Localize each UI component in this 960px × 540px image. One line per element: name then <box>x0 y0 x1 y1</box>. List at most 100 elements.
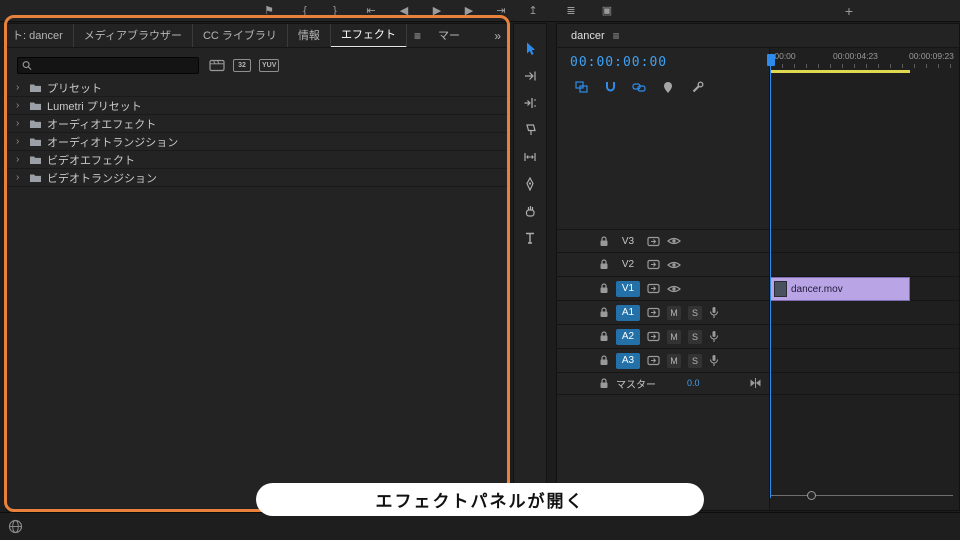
effects-search-input[interactable] <box>36 58 194 72</box>
sync-lock-icon[interactable] <box>647 259 660 270</box>
step-forward-icon[interactable]: ▶ <box>458 0 480 22</box>
tab-info[interactable]: 情報 <box>288 24 331 47</box>
add-marker-icon[interactable]: ⚑ <box>258 0 280 22</box>
type-tool-icon <box>526 232 534 244</box>
timeline-clip-dancer[interactable]: dancer.mov <box>770 277 910 301</box>
panel-menu-icon[interactable]: ≡ <box>407 29 428 43</box>
sync-lock-icon[interactable] <box>647 236 660 247</box>
camera-icon[interactable]: ▣ <box>596 0 618 22</box>
effects-bin-label: オーディオトランジション <box>47 136 179 149</box>
slip-tool-button[interactable] <box>518 148 542 166</box>
effects-bin-video-effects[interactable]: › ビデオエフェクト <box>7 151 509 169</box>
lock-icon[interactable] <box>599 355 609 366</box>
chevron-right-icon[interactable]: › <box>16 79 24 97</box>
eye-icon[interactable] <box>667 236 681 246</box>
sync-lock-icon[interactable] <box>647 307 660 318</box>
effects-bin-audio-transitions[interactable]: › オーディオトランジション <box>7 133 509 151</box>
time-ruler[interactable] <box>770 64 959 68</box>
effects-bin-lumetri-presets[interactable]: › Lumetri プリセット <box>7 97 509 115</box>
nest-as-sequence-toggle[interactable] <box>573 80 589 94</box>
tab-cc-libraries[interactable]: CC ライブラリ <box>193 24 288 47</box>
lock-icon[interactable] <box>599 259 609 270</box>
mic-icon[interactable] <box>709 306 719 319</box>
type-tool-button[interactable] <box>518 229 542 247</box>
track-target-button-a2[interactable]: A2 <box>616 328 640 345</box>
eye-icon[interactable] <box>667 260 681 270</box>
accelerated-effects-filter-button[interactable] <box>209 59 225 72</box>
tab-overflow-chevron-icon[interactable]: » <box>494 29 509 43</box>
tab-markers[interactable]: マー <box>428 24 470 47</box>
track-target-button-a3[interactable]: A3 <box>616 352 640 369</box>
chevron-right-icon[interactable]: › <box>16 169 24 187</box>
mute-button[interactable]: M <box>667 329 681 344</box>
hand-tool-button[interactable] <box>518 202 542 220</box>
pan-control[interactable] <box>749 377 762 389</box>
effects-bin-audio-effects[interactable]: › オーディオエフェクト <box>7 115 509 133</box>
step-back-icon[interactable]: ◀ <box>393 0 415 22</box>
tab-effects[interactable]: エフェクト <box>330 24 407 47</box>
effects-search-box[interactable] <box>17 56 199 74</box>
pen-tool-button[interactable] <box>518 175 542 193</box>
mute-button[interactable]: M <box>667 353 681 368</box>
playhead-handle[interactable] <box>767 54 775 66</box>
sync-lock-icon[interactable] <box>647 331 660 342</box>
export-icon[interactable]: ≣ <box>560 0 582 22</box>
solo-button[interactable]: S <box>688 353 702 368</box>
ripple-edit-tool-button[interactable] <box>518 94 542 112</box>
yuv-effects-filter-button[interactable]: YUV <box>259 58 280 72</box>
tab-media-browser[interactable]: メディアブラウザー <box>74 24 193 47</box>
add-button[interactable]: + <box>838 0 860 22</box>
snap-toggle[interactable] <box>602 80 618 94</box>
chevron-right-icon[interactable]: › <box>16 151 24 169</box>
effects-bin-video-transitions[interactable]: › ビデオトランジション <box>7 169 509 187</box>
solo-button[interactable]: S <box>688 329 702 344</box>
master-volume-value[interactable]: 0.0 <box>687 378 700 388</box>
mute-button[interactable]: M <box>667 305 681 320</box>
chevron-right-icon[interactable]: › <box>16 97 24 115</box>
nest-sequence-icon <box>574 81 588 93</box>
playhead-line[interactable] <box>770 64 771 498</box>
razor-tool-button[interactable] <box>518 121 542 139</box>
eye-icon[interactable] <box>667 284 681 294</box>
track-target-button-v2[interactable]: V2 <box>616 257 640 273</box>
effects-bin-presets[interactable]: › プリセット <box>7 79 509 97</box>
linked-selection-toggle[interactable] <box>631 80 647 94</box>
go-to-in-icon[interactable]: ⇤ <box>360 0 382 22</box>
track-row-master: マスター 0.0 <box>557 373 959 395</box>
lock-icon[interactable] <box>599 307 609 318</box>
lock-icon[interactable] <box>599 283 609 294</box>
master-track-label[interactable]: マスター <box>616 376 656 391</box>
tab-project[interactable]: ト: dancer <box>7 24 74 47</box>
chevron-right-icon[interactable]: › <box>16 133 24 151</box>
sync-lock-icon[interactable] <box>647 355 660 366</box>
track-target-button-v1[interactable]: V1 <box>616 280 640 297</box>
track-target-button-a1[interactable]: A1 <box>616 304 640 321</box>
mic-icon[interactable] <box>709 330 719 343</box>
32bit-color-filter-button[interactable]: 32 <box>233 58 251 72</box>
track-select-forward-tool-button[interactable] <box>518 67 542 85</box>
playhead-timecode[interactable]: 00:00:00:00 <box>570 55 667 70</box>
timeline-settings-button[interactable] <box>689 80 705 94</box>
mic-icon[interactable] <box>709 354 719 367</box>
chevron-right-icon[interactable]: › <box>16 115 24 133</box>
add-marker-button[interactable] <box>660 80 676 94</box>
go-to-out-icon[interactable]: ⇥ <box>490 0 512 22</box>
globe-icon[interactable] <box>8 519 23 534</box>
lock-icon[interactable] <box>599 378 609 389</box>
track-target-button-v3[interactable]: V3 <box>616 233 640 249</box>
lock-icon[interactable] <box>599 235 609 247</box>
timeline-zoom-scrollbar[interactable] <box>771 495 953 496</box>
selection-tool-button[interactable] <box>518 40 542 58</box>
lock-icon[interactable] <box>599 331 609 342</box>
effects-panel-tabbar: ト: dancer メディアブラウザー CC ライブラリ 情報 エフェクト ≡ … <box>7 24 509 48</box>
lift-icon[interactable]: ↥ <box>522 0 544 22</box>
mark-out-icon[interactable]: } <box>324 0 346 22</box>
mark-in-icon[interactable]: { <box>294 0 316 22</box>
play-icon[interactable]: ▶ <box>426 0 448 22</box>
sync-lock-icon[interactable] <box>647 283 660 294</box>
track-row-a2: A2 M S <box>557 325 959 349</box>
panel-menu-icon[interactable]: ≡ <box>613 29 620 43</box>
tab-sequence-dancer[interactable]: dancer <box>571 30 605 42</box>
timeline-zoom-handle[interactable] <box>807 491 816 500</box>
solo-button[interactable]: S <box>688 305 702 320</box>
